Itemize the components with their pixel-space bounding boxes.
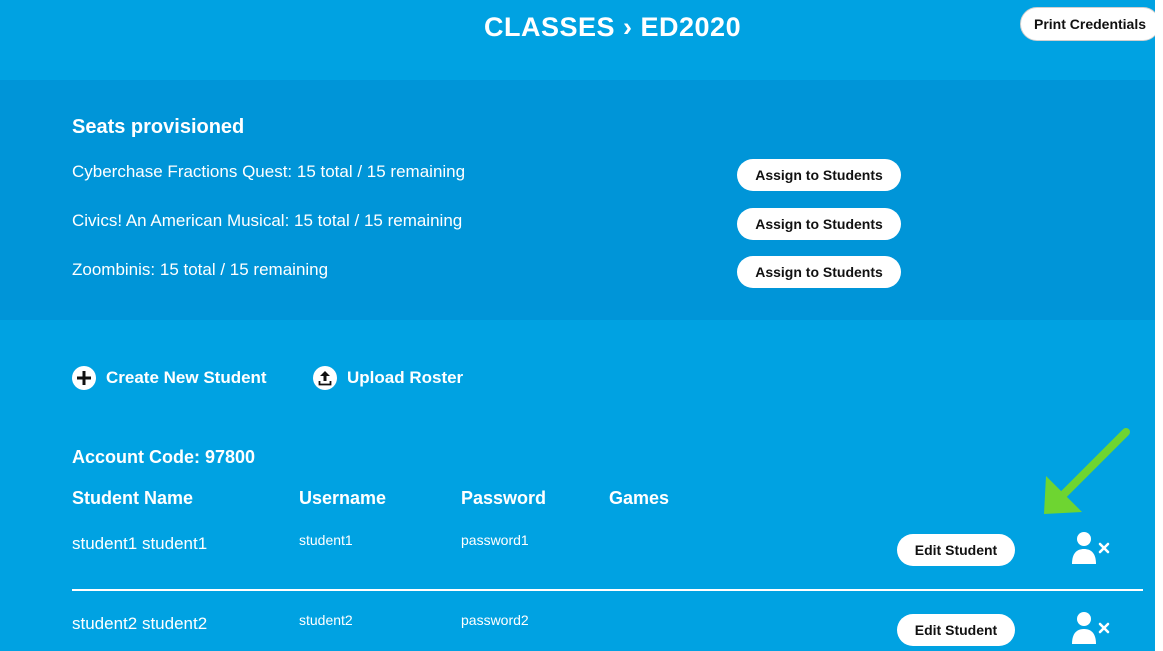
remove-user-icon[interactable]: [1071, 530, 1111, 566]
seat-item-text: Zoombinis: 15 total / 15 remaining: [72, 260, 329, 279]
arrow-icon: [1044, 428, 1130, 514]
assign-to-students-button[interactable]: Assign to Students: [737, 159, 901, 191]
remove-user-icon[interactable]: [1071, 610, 1111, 646]
row-divider: [72, 589, 1143, 591]
edit-student-button[interactable]: Edit Student: [897, 534, 1015, 566]
seats-panel: Seats provisioned Cyberchase Fractions Q…: [0, 80, 1155, 320]
table-row: student2 student2 student2 password2 Edi…: [0, 608, 1155, 651]
create-new-student-button[interactable]: Create New Student: [72, 366, 267, 390]
table-row: student1 student1 student1 password1 Edi…: [0, 528, 1155, 588]
app-window: CLASSES › ED2020 Print Credentials Seats…: [0, 0, 1155, 651]
column-header-games: Games: [609, 488, 670, 508]
seats-heading: Seats provisioned: [72, 116, 245, 138]
assign-to-students-button[interactable]: Assign to Students: [737, 208, 901, 240]
account-code: Account Code: 97800: [72, 447, 256, 467]
student-username: student2: [299, 612, 353, 628]
assign-to-students-button[interactable]: Assign to Students: [737, 256, 901, 288]
column-header-username: Username: [299, 488, 387, 508]
column-header-student-name: Student Name: [72, 488, 194, 508]
student-name: student1 student1: [72, 534, 208, 553]
create-new-student-label: Create New Student: [106, 368, 267, 387]
student-password: password2: [461, 612, 529, 628]
print-credentials-button[interactable]: Print Credentials: [1020, 7, 1155, 41]
seat-item-text: Civics! An American Musical: 15 total / …: [72, 211, 463, 230]
upload-circle-icon: [313, 366, 337, 390]
page-header: CLASSES › ED2020 Print Credentials: [0, 0, 1155, 80]
upload-roster-button[interactable]: Upload Roster: [313, 366, 463, 390]
plus-circle-icon: [72, 366, 96, 390]
student-name: student2 student2: [72, 614, 208, 633]
student-username: student1: [299, 532, 353, 548]
column-header-password: Password: [461, 488, 547, 508]
student-password: password1: [461, 532, 529, 548]
upload-roster-label: Upload Roster: [347, 368, 464, 387]
edit-student-button[interactable]: Edit Student: [897, 614, 1015, 646]
page-title: CLASSES › ED2020: [484, 12, 742, 42]
seat-item-text: Cyberchase Fractions Quest: 15 total / 1…: [72, 162, 466, 181]
